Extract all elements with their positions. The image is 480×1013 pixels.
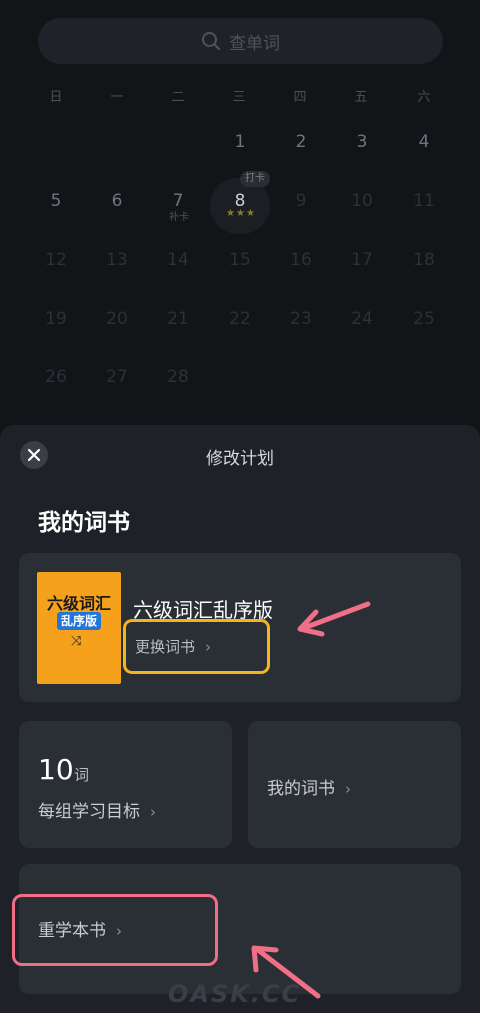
weekday-header: 日 一 二 三 四 五 六 <box>26 86 454 106</box>
weekday-sun: 日 <box>49 90 63 105</box>
calendar-day[interactable]: 20 <box>97 299 137 339</box>
search-bar[interactable]: 查单词 <box>38 18 443 64</box>
weekday-thu: 四 <box>293 90 307 105</box>
calendar-day[interactable]: 23 <box>281 299 321 339</box>
weekday-tue: 二 <box>171 90 185 105</box>
weekday-wed: 三 <box>232 90 246 105</box>
calendar-day[interactable]: 1 <box>220 122 260 162</box>
calendar-day[interactable]: 10 <box>342 181 382 221</box>
calendar-day[interactable]: 22 <box>220 299 260 339</box>
shuffle-icon: ⤨ <box>71 634 82 649</box>
chevron-right-icon: › <box>150 803 156 821</box>
calendar-day[interactable]: 28 <box>158 357 198 397</box>
my-books-label: 我的词书 › <box>267 774 351 799</box>
cover-subtitle: 乱序版 <box>57 612 101 630</box>
calendar-day[interactable]: 24 <box>342 299 382 339</box>
calendar-day[interactable]: 27 <box>97 357 137 397</box>
weekday-fri: 五 <box>354 90 368 105</box>
calendar-day[interactable]: 5 <box>36 181 76 221</box>
cover-title: 六级词汇 <box>46 594 111 613</box>
calendar-day[interactable]: 12 <box>36 240 76 280</box>
goal-label: 每组学习目标 › <box>38 797 156 822</box>
weekday-mon: 一 <box>110 90 124 105</box>
sheet-title: 修改计划 <box>206 449 274 469</box>
calendar-day[interactable]: 9 <box>281 181 321 221</box>
book-cover: 六级词汇 乱序版 ⤨ <box>37 572 121 684</box>
calendar-day[interactable]: 11 <box>404 181 444 221</box>
calendar-day[interactable]: 16 <box>281 240 321 280</box>
calendar-day[interactable]: 2 <box>281 122 321 162</box>
search-icon <box>202 32 220 50</box>
watermark: OASK.CC <box>168 980 302 1008</box>
calendar-day[interactable]: 15 <box>220 240 260 280</box>
calendar-day[interactable]: 17 <box>342 240 382 280</box>
goal-unit: 词 <box>74 766 90 784</box>
calendar-day[interactable]: 3 <box>342 122 382 162</box>
highlight-box-yellow <box>123 619 270 674</box>
chevron-right-icon: › <box>345 780 351 798</box>
goal-number: 10 <box>38 753 74 786</box>
makeup-label: 补卡 <box>169 212 189 223</box>
calendar-day[interactable]: 26 <box>36 357 76 397</box>
annotation-arrow-icon <box>297 601 371 637</box>
calendar-day[interactable]: 4 <box>404 122 444 162</box>
my-books-text: 我的词书 <box>267 779 335 799</box>
weekday-sat: 六 <box>417 90 431 105</box>
calendar-day[interactable]: 25 <box>404 299 444 339</box>
search-placeholder: 查单词 <box>229 33 280 54</box>
calendar-day[interactable]: 21 <box>158 299 198 339</box>
section-title: 我的词书 <box>38 510 130 536</box>
calendar-day[interactable]: 19 <box>36 299 76 339</box>
calendar-day[interactable]: 14 <box>158 240 198 280</box>
today-stars: ★★★ <box>226 208 256 219</box>
calendar-day[interactable]: 18 <box>404 240 444 280</box>
highlight-box-pink <box>12 894 218 966</box>
calendar-day[interactable]: 6 <box>97 181 137 221</box>
goal-label-text: 每组学习目标 <box>38 802 140 822</box>
calendar-day[interactable]: 13 <box>97 240 137 280</box>
